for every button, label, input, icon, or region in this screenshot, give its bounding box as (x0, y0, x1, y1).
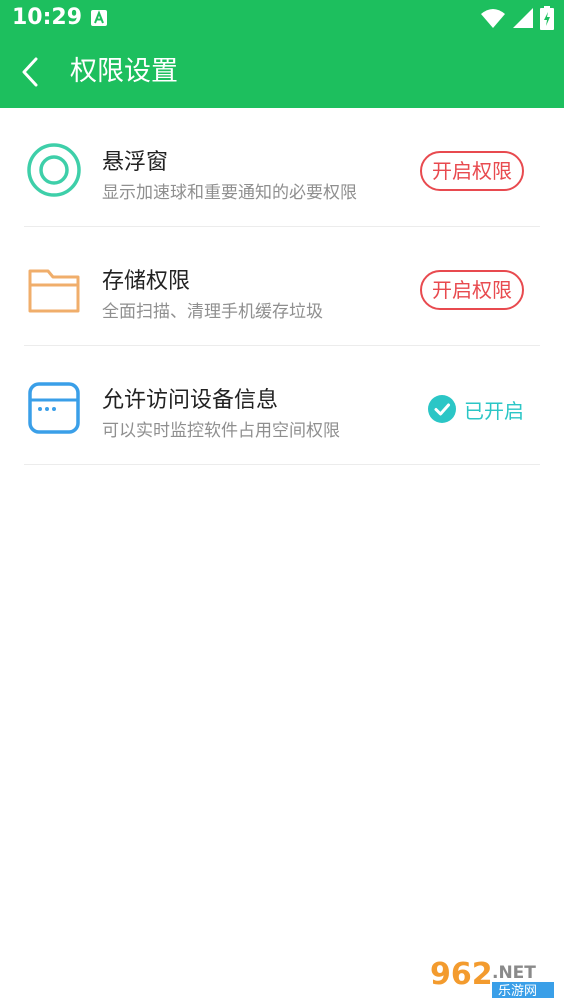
chevron-left-icon[interactable] (14, 54, 50, 90)
status-bar: 10:29 (0, 0, 564, 36)
enable-permission-button[interactable]: 开启权限 (420, 151, 524, 191)
permission-description: 全面扫描、清理手机缓存垃圾 (102, 302, 323, 322)
permission-item-floating-window: 悬浮窗 显示加速球和重要通知的必要权限 开启权限 (0, 108, 564, 227)
enable-permission-button[interactable]: 开启权限 (420, 270, 524, 310)
divider (24, 464, 540, 465)
signal-icon (513, 8, 533, 28)
watermark-number: 962 (430, 957, 493, 992)
permission-name: 存储权限 (102, 269, 191, 294)
app-bar: 权限设置 (0, 36, 564, 108)
enabled-label: 已开启 (464, 398, 524, 423)
permission-list: 悬浮窗 显示加速球和重要通知的必要权限 开启权限 存储权限 全面扫描、清理手机缓… (0, 108, 564, 465)
watermark-cn: 乐游网 (498, 984, 537, 999)
battery-charging-icon (540, 6, 554, 30)
permission-name: 悬浮窗 (102, 150, 169, 175)
notification-a-icon (91, 10, 107, 26)
check-circle-icon (428, 395, 456, 423)
floating-window-icon (27, 143, 81, 197)
watermark-suffix: .NET (492, 963, 536, 983)
permission-item-storage: 存储权限 全面扫描、清理手机缓存垃圾 开启权限 (0, 227, 564, 346)
wifi-icon (481, 9, 505, 28)
permission-description: 可以实时监控软件占用空间权限 (102, 421, 340, 441)
folder-icon (28, 269, 80, 313)
site-watermark-logo: 962 .NET 乐游网 (426, 954, 558, 1000)
status-time: 10:29 (12, 5, 83, 30)
device-window-icon (28, 382, 80, 434)
system-icons (480, 6, 554, 30)
enabled-status: 已开启 (428, 392, 524, 426)
permission-item-device-info: 允许访问设备信息 可以实时监控软件占用空间权限 已开启 (0, 346, 564, 465)
permission-name: 允许访问设备信息 (102, 388, 279, 413)
permission-description: 显示加速球和重要通知的必要权限 (102, 183, 357, 203)
page-title: 权限设置 (70, 56, 178, 87)
